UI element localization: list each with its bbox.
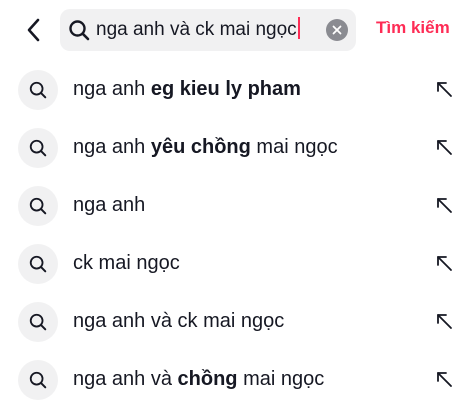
fill-query-arrow-icon[interactable] (433, 78, 455, 100)
search-icon (18, 244, 58, 284)
search-header: nga anh và ck mai ngọc Tìm kiếm (0, 0, 474, 60)
chevron-left-icon (27, 18, 40, 42)
suggestion-text: nga anh và ck mai ngọc (73, 292, 284, 350)
search-icon (18, 70, 58, 110)
search-icon (18, 360, 58, 400)
suggestion-text: nga anh eg kieu ly pham (73, 60, 301, 118)
search-page: nga anh và ck mai ngọc Tìm kiếm nga anh … (0, 0, 474, 411)
suggestion-text-normal: nga anh (73, 78, 151, 100)
fill-query-arrow-icon[interactable] (433, 310, 455, 332)
suggestion-text-tail: mai ngọc (250, 136, 338, 158)
back-button[interactable] (18, 14, 50, 46)
suggestion-text: ck mai ngọc (73, 234, 180, 292)
suggestion-text-normal: nga anh và (73, 368, 178, 390)
suggestion-text-normal: nga anh và ck mai ngọc (73, 310, 285, 332)
fill-query-arrow-icon[interactable] (433, 252, 455, 274)
suggestion-text-normal: nga anh (73, 136, 151, 158)
suggestion-text: nga anh và chồng mai ngọc (73, 350, 324, 408)
search-submit-button[interactable]: Tìm kiếm (376, 18, 450, 38)
suggestion-item[interactable]: nga anh và ck mai ngọc (0, 292, 474, 350)
suggestion-item[interactable]: nga anh eg kieu ly pham (0, 60, 474, 118)
fill-query-arrow-icon[interactable] (433, 194, 455, 216)
search-input[interactable]: nga anh và ck mai ngọc (96, 9, 314, 51)
search-icon (18, 302, 58, 342)
fill-query-arrow-icon[interactable] (433, 368, 455, 390)
search-icon (69, 20, 90, 41)
suggestion-text-bold: yêu chồng (150, 136, 251, 158)
search-query-text: nga anh và ck mai ngọc (96, 19, 297, 40)
clear-search-button[interactable] (326, 19, 348, 41)
suggestion-text-bold: chồng (177, 368, 238, 390)
search-icon (18, 128, 58, 168)
clear-x-icon (332, 25, 342, 35)
suggestion-text: nga anh (73, 176, 145, 234)
text-caret (297, 17, 300, 39)
suggestion-item[interactable]: nga anh và chồng mai ngọc (0, 350, 474, 408)
suggestion-item[interactable]: nga anh (0, 176, 474, 234)
suggestion-text-normal: ck mai ngọc (73, 252, 180, 274)
suggestion-text-bold: eg kieu ly pham (150, 78, 301, 100)
fill-query-arrow-icon[interactable] (433, 136, 455, 158)
suggestion-item[interactable]: ck mai ngọc (0, 234, 474, 292)
suggestion-text: nga anh yêu chồng mai ngọc (73, 118, 338, 176)
suggestion-text-normal: nga anh (73, 194, 146, 216)
suggestion-list: nga anh eg kieu ly pham nga anh yêu chồn… (0, 60, 474, 408)
search-icon (18, 186, 58, 226)
search-box[interactable]: nga anh và ck mai ngọc (60, 9, 356, 51)
suggestion-item[interactable]: nga anh yêu chồng mai ngọc (0, 118, 474, 176)
suggestion-text-tail: mai ngọc (237, 368, 325, 390)
